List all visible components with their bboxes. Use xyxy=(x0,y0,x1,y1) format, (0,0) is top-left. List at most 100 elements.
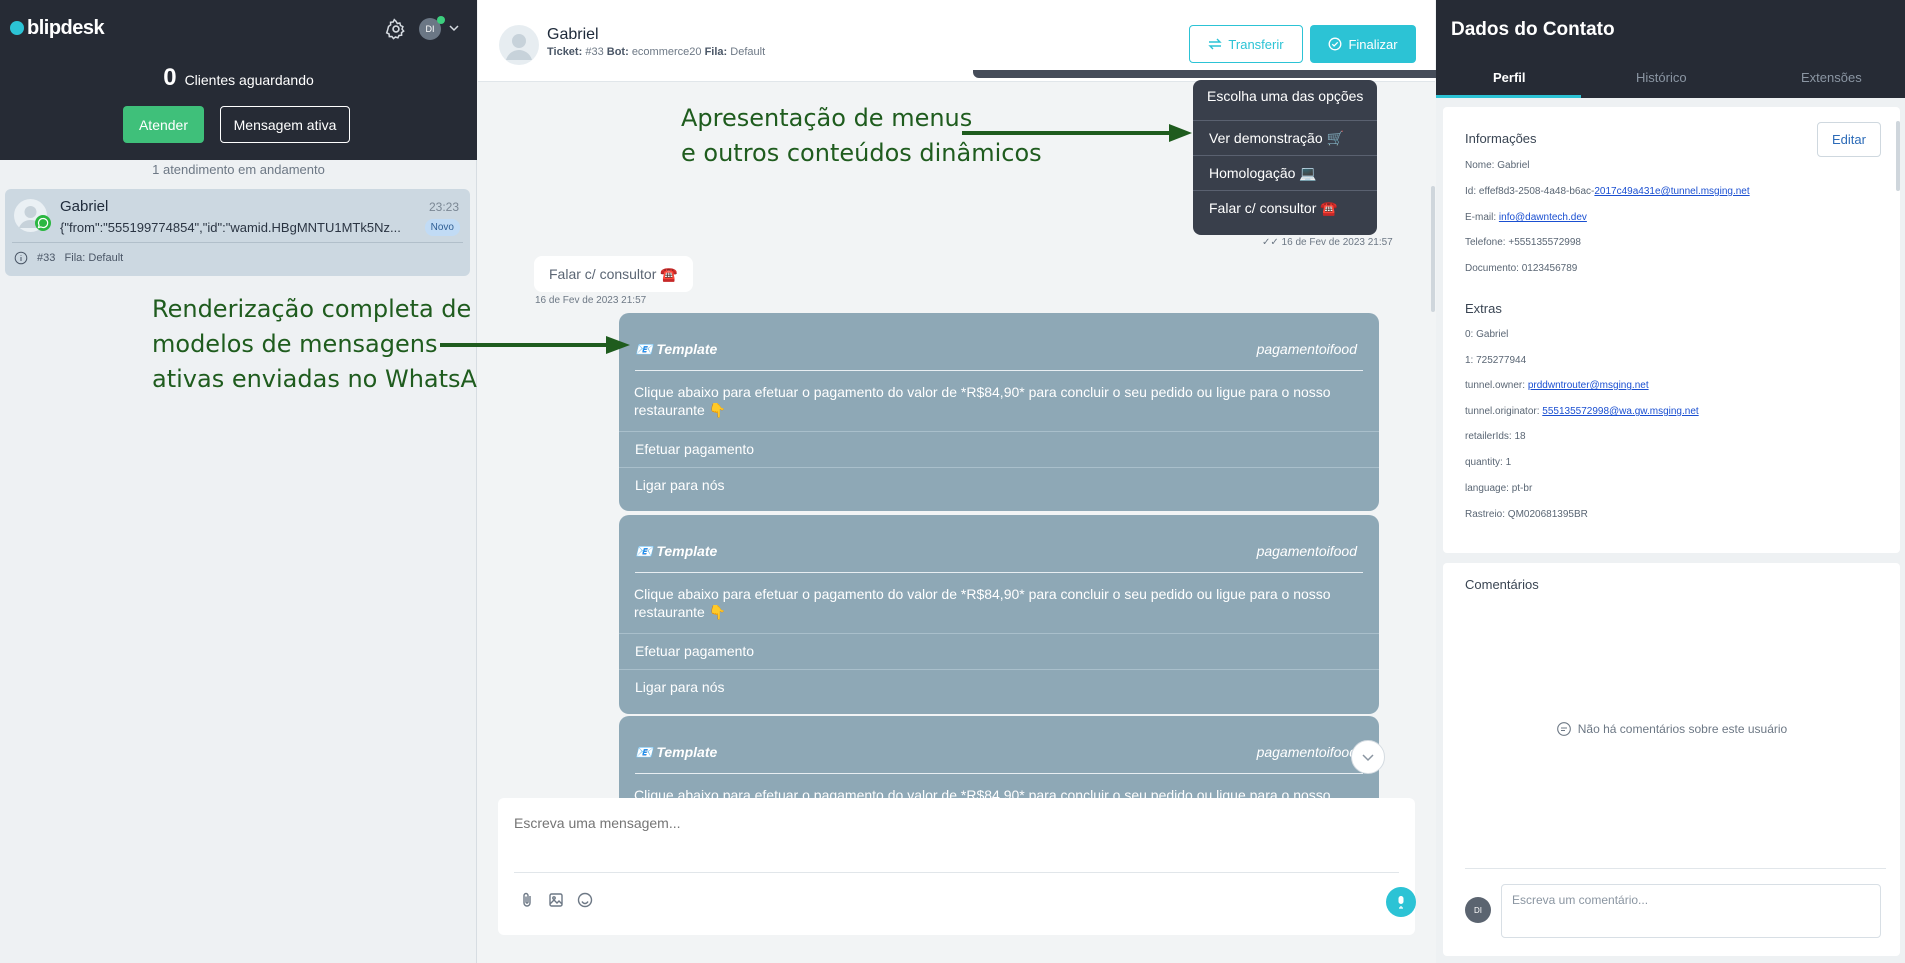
template-label: 📧 Template xyxy=(635,341,718,357)
online-status-dot xyxy=(437,16,445,24)
scroll-down-button[interactable] xyxy=(1351,740,1385,774)
attachment-icon[interactable] xyxy=(518,891,536,909)
info-icon xyxy=(14,251,28,265)
chat-scrollbar[interactable] xyxy=(1431,186,1435,312)
in-progress-label: 1 atendimento em andamento xyxy=(152,162,325,177)
menu-option[interactable]: Falar c/ consultor ☎️ xyxy=(1193,190,1377,224)
waiting-label: Clientes aguardando xyxy=(184,72,314,88)
comments-divider xyxy=(1465,868,1886,869)
field-telefone-label: Telefone: xyxy=(1465,237,1506,248)
annotation-arrow-menus xyxy=(962,124,1192,142)
template-label: 📧 Template xyxy=(635,744,718,760)
conversation-divider xyxy=(12,242,463,243)
annotation-arrow-templates xyxy=(440,336,630,354)
incoming-message: Falar c/ consultor ☎️ xyxy=(534,256,693,292)
extra-0-value: Gabriel xyxy=(1476,329,1509,340)
chat-contact-name: Gabriel xyxy=(547,26,599,43)
conversation-name: Gabriel xyxy=(60,198,109,215)
field-id: Id: effef8d3-2508-4a48-b6ac-2017c49a431e… xyxy=(1465,186,1750,197)
template-message: 📧 Template pagamentoifood Clique abaixo … xyxy=(619,515,1379,714)
template-body: Clique abaixo para efetuar o pagamento d… xyxy=(634,787,1331,798)
extra-originator-link[interactable]: 555135572998@wa.gw.msging.net xyxy=(1542,406,1698,417)
ticket-label: Ticket: xyxy=(547,46,583,58)
emoji-icon[interactable] xyxy=(576,891,594,909)
gear-icon[interactable] xyxy=(385,18,407,40)
chevron-down-icon[interactable] xyxy=(448,22,460,34)
template-button-call[interactable]: Ligar para nós xyxy=(619,669,1379,705)
template-clip: 📧 Template pagamentoifood Clique abaixo … xyxy=(478,710,1435,798)
extra-rastreio: Rastreio: QM020681395BR xyxy=(1465,509,1588,520)
bot-value: ecommerce20 xyxy=(631,46,702,58)
extra-owner-label: tunnel.owner: xyxy=(1465,380,1526,391)
transfer-button[interactable]: Transferir xyxy=(1189,25,1303,63)
field-telefone-value: +555135572998 xyxy=(1508,237,1581,248)
template-body: Clique abaixo para efetuar o pagamento d… xyxy=(634,586,1331,620)
queue-label: Fila: xyxy=(704,46,728,58)
user-initials: DI xyxy=(425,24,435,34)
whatsapp-icon xyxy=(35,215,51,231)
template-button-call[interactable]: Ligar para nós xyxy=(619,467,1379,503)
microphone-button[interactable] xyxy=(1386,887,1416,917)
field-email-link[interactable]: info@dawntech.dev xyxy=(1499,212,1587,223)
field-id-value: effef8d3-2508-4a48-b6ac- xyxy=(1478,186,1595,197)
extra-language: language: pt-br xyxy=(1465,483,1532,494)
check-circle-icon xyxy=(1328,37,1342,51)
contact-panel-title: Dados do Contato xyxy=(1451,19,1615,40)
template-message: 📧 Template pagamentoifood Clique abaixo … xyxy=(619,716,1379,798)
left-sidebar: blipdesk DI 0 Clientes aguardando Atende… xyxy=(0,0,477,963)
template-label: 📧 Template xyxy=(635,543,718,559)
menu-message: Escolha uma das opções Ver demonstração … xyxy=(1193,80,1377,235)
template-button-pay[interactable]: Efetuar pagamento xyxy=(619,633,1379,669)
info-card: Informações Editar Nome: Gabriel Id: eff… xyxy=(1443,107,1900,553)
tab-perfil[interactable]: Perfil xyxy=(1493,70,1526,85)
field-documento: Documento: 0123456789 xyxy=(1465,263,1577,274)
conversation-queue-label: Fila: xyxy=(64,252,86,264)
template-button-pay[interactable]: Efetuar pagamento xyxy=(619,431,1379,467)
info-scrollbar[interactable] xyxy=(1896,121,1900,191)
annotation-templates-line3: ativas enviadas no WhatsApp xyxy=(152,365,508,393)
template-name: pagamentoifood xyxy=(1256,543,1357,559)
field-id-label: Id: xyxy=(1465,186,1477,197)
extra-rastreio-label: Rastreio: xyxy=(1465,509,1506,520)
field-email: E-mail: info@dawntech.dev xyxy=(1465,212,1587,223)
active-message-button[interactable]: Mensagem ativa xyxy=(220,106,350,143)
finish-button[interactable]: Finalizar xyxy=(1310,25,1416,63)
transfer-label: Transferir xyxy=(1228,36,1284,52)
extra-retailer-value: 18 xyxy=(1514,431,1526,442)
comment-input[interactable]: Escreva um comentário... xyxy=(1501,884,1881,938)
menu-option[interactable]: Ver demonstração 🛒 xyxy=(1193,120,1377,154)
field-nome-value: Gabriel xyxy=(1497,160,1530,171)
transfer-icon xyxy=(1208,38,1223,50)
extra-rastreio-value: QM020681395BR xyxy=(1507,509,1588,520)
extra-retailer-ids: retailerIds: 18 xyxy=(1465,431,1526,442)
template-name: pagamentoifood xyxy=(1256,341,1357,357)
conversation-item[interactable]: Gabriel 23:23 {"from":"555199774854","id… xyxy=(5,189,470,276)
template-header: 📧 Template pagamentoifood xyxy=(635,341,1363,371)
no-comments-text: Não há comentários sobre este usuário xyxy=(1577,722,1788,736)
template-header: 📧 Template pagamentoifood xyxy=(635,543,1363,573)
edit-button[interactable]: Editar xyxy=(1817,122,1881,157)
attend-button[interactable]: Atender xyxy=(123,106,204,143)
double-check-icon: ✓✓ xyxy=(1262,237,1279,248)
waiting-counter: 0 Clientes aguardando xyxy=(0,64,477,92)
previous-message-edge xyxy=(973,70,1453,78)
queue-value: Default xyxy=(730,46,766,58)
extra-originator-label: tunnel.originator: xyxy=(1465,406,1540,417)
field-nome: Nome: Gabriel xyxy=(1465,160,1529,171)
tab-extensoes[interactable]: Extensões xyxy=(1801,70,1862,85)
extra-quantity-label: quantity: xyxy=(1465,457,1503,468)
microphone-icon xyxy=(1398,896,1404,909)
image-icon[interactable] xyxy=(547,891,565,909)
commenter-avatar: DI xyxy=(1465,897,1491,923)
field-id-link[interactable]: 2017c49a431e@tunnel.msging.net xyxy=(1594,186,1749,197)
message-input[interactable] xyxy=(514,815,1394,831)
template-label-text: Template xyxy=(656,341,718,357)
menu-option[interactable]: Homologação 💻 xyxy=(1193,155,1377,189)
logo-bubble-icon xyxy=(10,21,24,35)
contact-panel-header: Dados do Contato Perfil Histórico Extens… xyxy=(1436,0,1905,98)
field-telefone: Telefone: +555135572998 xyxy=(1465,237,1581,248)
extra-quantity: quantity: 1 xyxy=(1465,457,1511,468)
extra-owner-link[interactable]: prddwntrouter@msging.net xyxy=(1528,380,1649,391)
tab-historico[interactable]: Histórico xyxy=(1636,70,1687,85)
extra-0-label: 0: xyxy=(1465,329,1474,340)
